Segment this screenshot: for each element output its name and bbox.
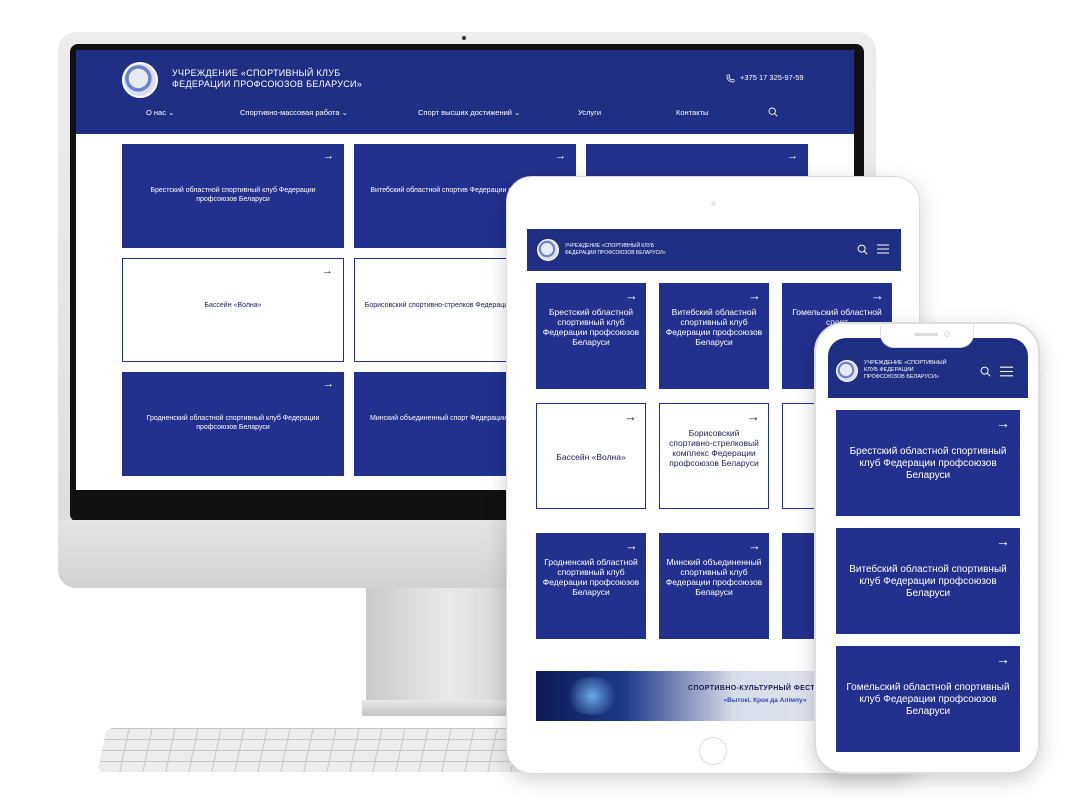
tile-brest[interactable]: → Брестский областной спортивный клуб Фе… (122, 144, 344, 248)
phone-icon (726, 74, 735, 82)
tile-vitebsk[interactable]: → Витебский областной спортивный клуб Фе… (659, 283, 769, 389)
nav-services[interactable]: Услуги (578, 108, 601, 117)
tablet-camera (711, 201, 716, 206)
logo-icon[interactable] (537, 239, 559, 261)
camera-dot (462, 36, 466, 40)
search-icon[interactable] (980, 366, 991, 377)
phone-device: УЧРЕЖДЕНИЕ «СПОРТИВНЫЙ КЛУБ ФЕДЕРАЦИИ ПР… (814, 322, 1040, 774)
arrow-right-icon: → (555, 150, 566, 162)
tile-label: Витебский областной спортивный клуб Феде… (665, 307, 763, 347)
phone-speaker (914, 333, 938, 336)
org-name[interactable]: УЧРЕЖДЕНИЕ «СПОРТИВНЫЙ КЛУБ ФЕДЕРАЦИИ ПР… (172, 68, 412, 90)
phone-link[interactable]: +375 17 325-97-59 (726, 73, 804, 83)
tablet-header: УЧРЕЖДЕНИЕ «СПОРТИВНЫЙ КЛУБ ФЕДЕРАЦИИ ПР… (527, 229, 901, 271)
org-name-line3: ПРОФСОЮЗОВ БЕЛАРУСИ» (864, 374, 939, 380)
arrow-right-icon: → (625, 288, 638, 303)
tile-borisov[interactable]: → Борисовский спортивно-стрелковый компл… (659, 403, 769, 509)
tile-label: Брестский областной спортивный клуб Феде… (150, 187, 316, 203)
menu-icon[interactable] (1000, 366, 1013, 377)
org-name[interactable]: УЧРЕЖДЕНИЕ «СПОРТИВНЫЙ КЛУБ ФЕДЕРАЦИИ ПР… (565, 243, 725, 256)
logo-icon[interactable] (122, 62, 158, 98)
tile-label: Бассейн «Волна» (204, 302, 262, 309)
search-icon[interactable] (857, 244, 868, 255)
nav-contacts[interactable]: Контакты (676, 108, 708, 117)
org-name-line1: УЧРЕЖДЕНИЕ «СПОРТИВНЫЙ КЛУБ (172, 68, 341, 78)
arrow-right-icon: → (996, 415, 1010, 431)
org-name-line2: КЛУБ ФЕДЕРАЦИИ (864, 367, 914, 373)
phone-notch (880, 326, 974, 348)
phone-camera (944, 331, 950, 337)
nav-about[interactable]: О нас ⌄ (146, 108, 174, 117)
org-name-line1: УЧРЕЖДЕНИЕ «СПОРТИВНЫЙ (864, 360, 947, 366)
arrow-right-icon: → (996, 533, 1010, 549)
org-name-line2: ФЕДЕРАЦИИ ПРОФСОЮЗОВ БЕЛАРУСИ» (172, 79, 363, 89)
tile-label: Минский объединенный спортивный клуб Фед… (665, 557, 763, 597)
tile-label: Гомельский областной спортивный клуб Фед… (846, 682, 1010, 717)
site-header: УЧРЕЖДЕНИЕ «СПОРТИВНЫЙ КЛУБ ФЕДЕРАЦИИ ПР… (76, 50, 854, 134)
tile-grodno[interactable]: → Гродненский областной спортивный клуб … (122, 372, 344, 476)
arrow-right-icon: → (748, 288, 761, 303)
tile-pool-volna[interactable]: → Бассейн «Волна» (536, 403, 646, 509)
search-icon[interactable] (768, 107, 778, 117)
tile-gomel[interactable]: → Гомельский областной спортивный клуб Ф… (836, 646, 1020, 752)
arrow-right-icon: → (996, 651, 1010, 667)
logo-icon[interactable] (836, 360, 858, 382)
tile-label: Брестский областной спортивный клуб Феде… (849, 446, 1007, 481)
banner-graphic (564, 677, 620, 715)
tile-label: Витебский областной спортивный клуб Феде… (849, 564, 1007, 599)
arrow-right-icon: → (323, 150, 334, 162)
nav-elite-sports[interactable]: Спорт высших достижений ⌄ (418, 108, 520, 117)
tile-brest[interactable]: → Брестский областной спортивный клуб Фе… (836, 410, 1020, 516)
nav-mass-sports[interactable]: Спортивно-массовая работа ⌄ (240, 108, 348, 117)
tile-label: Гродненский областной спортивный клуб Фе… (542, 557, 640, 597)
tablet-home-button (699, 737, 727, 765)
tile-label: Брестский областной спортивный клуб Феде… (542, 307, 640, 347)
arrow-right-icon: → (323, 378, 334, 390)
tile-brest[interactable]: → Брестский областной спортивный клуб Фе… (536, 283, 646, 389)
arrow-right-icon: → (322, 265, 333, 277)
arrow-right-icon: → (787, 150, 798, 162)
arrow-right-icon: → (624, 409, 637, 424)
keyboard (97, 728, 577, 772)
tile-vitebsk[interactable]: → Витебский областной спортивный клуб Фе… (836, 528, 1020, 634)
org-name[interactable]: УЧРЕЖДЕНИЕ «СПОРТИВНЫЙ КЛУБ ФЕДЕРАЦИИ ПР… (864, 360, 974, 381)
arrow-right-icon: → (625, 538, 638, 553)
org-name-line2: ФЕДЕРАЦИИ ПРОФСОЮЗОВ БЕЛАРУСИ» (565, 249, 666, 256)
tile-label: Бассейн «Волна» (556, 452, 626, 462)
tile-grodno[interactable]: → Гродненский областной спортивный клуб … (536, 533, 646, 639)
tile-minsk[interactable]: → Минский объединенный спортивный клуб Ф… (659, 533, 769, 639)
tile-pool-volna[interactable]: → Бассейн «Волна» (122, 258, 344, 362)
arrow-right-icon: → (747, 409, 760, 424)
tile-label: Борисовский спортивно-стрелковый комплек… (669, 428, 759, 468)
menu-icon[interactable] (877, 244, 889, 254)
main-nav: О нас ⌄ Спортивно-массовая работа ⌄ Спор… (76, 108, 854, 124)
phone-number: +375 17 325-97-59 (740, 73, 804, 82)
arrow-right-icon: → (748, 538, 761, 553)
arrow-right-icon: → (871, 288, 884, 303)
phone-screen: УЧРЕЖДЕНИЕ «СПОРТИВНЫЙ КЛУБ ФЕДЕРАЦИИ ПР… (828, 338, 1028, 768)
tile-label: Гродненский областной спортивный клуб Фе… (146, 415, 320, 431)
